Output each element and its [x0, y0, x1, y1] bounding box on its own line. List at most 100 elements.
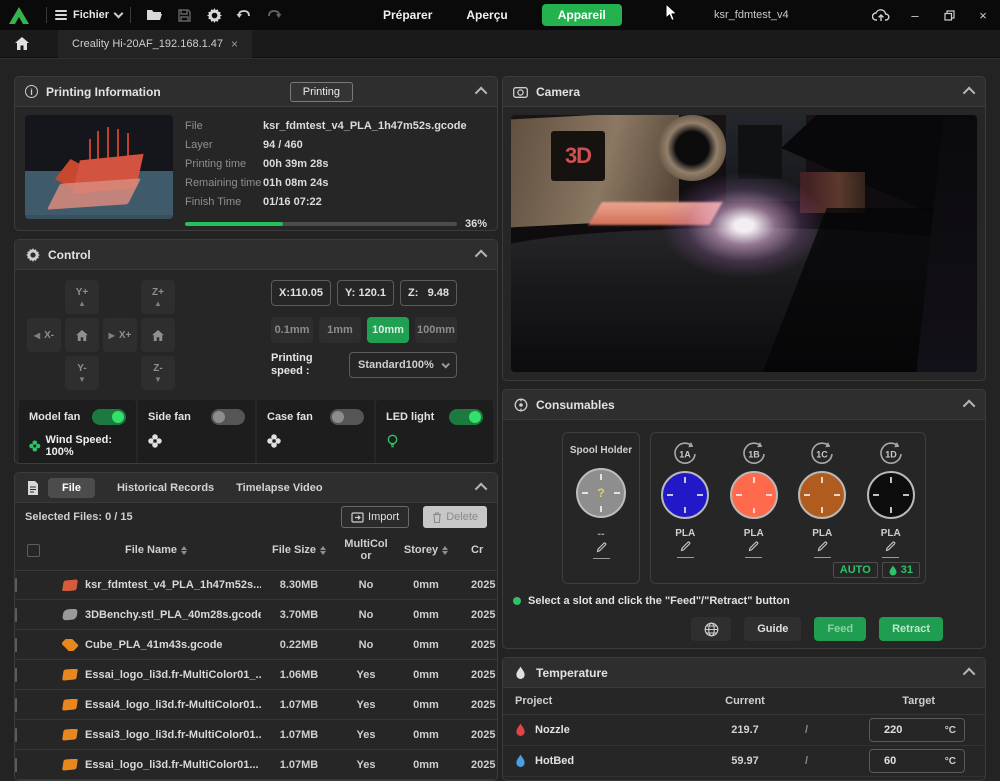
edit-pen-icon[interactable]	[882, 541, 899, 558]
files-panel: File Historical Records Timelapse Video …	[14, 472, 498, 781]
jog-y-minus-button[interactable]: Y-▼	[65, 356, 99, 390]
collapse-chevron-icon[interactable]	[963, 668, 976, 681]
slash-separator: /	[805, 755, 808, 767]
row-checkbox[interactable]	[15, 668, 17, 682]
slot-1D-badge: 1D	[861, 441, 921, 467]
temperature-title: Temperature	[536, 666, 608, 680]
table-row[interactable]: Cube_PLA_41m43s.gcode 0.22MBNo0mm2025	[15, 630, 497, 660]
control-header[interactable]: Control	[15, 240, 497, 270]
column-storey[interactable]: Storey	[395, 544, 457, 556]
camera-poster: 3D	[551, 131, 605, 181]
nav-preview[interactable]: Aperçu	[466, 8, 507, 22]
collapse-chevron-icon[interactable]	[475, 483, 488, 496]
row-checkbox[interactable]	[15, 758, 17, 772]
hotbed-target-input[interactable]	[870, 755, 937, 767]
step-0.1mm-button[interactable]: 0.1mm	[271, 317, 313, 343]
nav-device-button[interactable]: Appareil	[542, 4, 622, 26]
printing-speed-dropdown[interactable]: Standard100%	[349, 352, 457, 378]
table-row[interactable]: Essai4_logo_li3d.fr-MultiColor01... 1.07…	[15, 690, 497, 720]
consumables-header[interactable]: Consumables	[503, 390, 985, 420]
jog-z-plus-button[interactable]: Z+▲	[141, 280, 175, 314]
undo-button[interactable]	[230, 4, 258, 26]
table-row[interactable]: Essai_logo_li3d.fr-MultiColor01_... 1.06…	[15, 660, 497, 690]
column-file-name[interactable]: File Name	[51, 544, 261, 556]
delete-button[interactable]: Delete	[423, 506, 487, 528]
row-checkbox[interactable]	[15, 698, 17, 712]
column-file-size[interactable]: File Size	[261, 544, 337, 556]
tab-file[interactable]: File	[48, 478, 95, 498]
collapse-chevron-icon[interactable]	[475, 250, 488, 263]
tab-historical-records[interactable]: Historical Records	[103, 478, 228, 498]
minimize-button[interactable]: –	[898, 0, 932, 30]
temperature-header[interactable]: Temperature	[503, 658, 985, 688]
slot-1B[interactable]: 1B PLA	[724, 441, 784, 583]
chevron-down-icon	[114, 9, 124, 19]
hotbed-row: HotBed 59.97 / °C	[503, 746, 985, 777]
tab-timelapse-video[interactable]: Timelapse Video	[236, 478, 336, 498]
collapse-chevron-icon[interactable]	[963, 400, 976, 413]
print-job-details: Fileksr_fdmtest_v4_PLA_1h47m52s.gcode La…	[185, 115, 487, 230]
collapse-chevron-icon[interactable]	[475, 87, 488, 100]
printing-info-header[interactable]: i Printing Information Printing	[15, 77, 497, 107]
table-row[interactable]: ksr_fdmtest_v4_PLA_1h47m52s... 8.30MBNo0…	[15, 571, 497, 601]
open-file-button[interactable]	[140, 4, 168, 26]
spool-holder-card[interactable]: Spool Holder ? --	[562, 432, 640, 584]
edit-pen-icon[interactable]	[677, 541, 694, 558]
svg-text:1B: 1B	[748, 450, 760, 460]
retract-button[interactable]: Retract	[879, 617, 943, 641]
row-checkbox[interactable]	[15, 728, 17, 742]
model-thumbnail	[61, 639, 79, 651]
restore-button[interactable]	[932, 0, 966, 30]
led-light-card: LED light	[376, 400, 493, 464]
feed-button[interactable]: Feed	[814, 617, 866, 641]
case-fan-toggle[interactable]	[330, 409, 364, 425]
jog-home-xy-button[interactable]	[65, 318, 99, 352]
settings-button[interactable]	[200, 4, 228, 26]
table-row[interactable]: 3DBenchy.stl_PLA_40m28s.gcode 3.70MBNo0m…	[15, 600, 497, 630]
jog-y-plus-button[interactable]: Y+▲	[65, 280, 99, 314]
tab-close-icon[interactable]: ×	[231, 37, 238, 51]
import-button[interactable]: Import	[341, 506, 409, 528]
camera-header[interactable]: Camera	[503, 77, 985, 107]
led-light-toggle[interactable]	[449, 409, 483, 425]
table-row[interactable]: Essai_logo_li3d.fr-MultiColor01... 1.07M…	[15, 750, 497, 780]
home-button[interactable]	[0, 37, 44, 50]
device-tab[interactable]: Creality Hi-20AF_192.168.1.47 ×	[58, 30, 252, 58]
slot-1A[interactable]: 1A PLA	[655, 441, 715, 583]
model-fan-toggle[interactable]	[92, 409, 126, 425]
save-button[interactable]	[170, 4, 198, 26]
nozzle-target-input[interactable]	[870, 724, 937, 736]
right-column: Camera 3D	[502, 76, 986, 781]
edit-pen-icon[interactable]	[814, 541, 831, 558]
step-10mm-button[interactable]: 10mm	[367, 317, 409, 343]
close-button[interactable]: ×	[966, 0, 1000, 30]
printing-status-badge[interactable]: Printing	[290, 82, 353, 102]
jog-x-minus-button[interactable]: ◀X-	[27, 318, 61, 352]
redo-button[interactable]	[260, 4, 288, 26]
network-button[interactable]	[691, 617, 731, 641]
step-1mm-button[interactable]: 1mm	[319, 317, 361, 343]
table-row[interactable]: Essai3_logo_li3d.fr-MultiColor01... 1.07…	[15, 720, 497, 750]
jog-z-minus-button[interactable]: Z-▼	[141, 356, 175, 390]
jog-home-z-button[interactable]	[141, 318, 175, 352]
cloud-upload-button[interactable]	[864, 0, 898, 30]
step-100mm-button[interactable]: 100mm	[415, 317, 457, 343]
camera-light-glow	[660, 172, 828, 280]
jog-x-plus-button[interactable]: ▶X+	[103, 318, 137, 352]
guide-button[interactable]: Guide	[744, 617, 801, 641]
edit-pen-icon[interactable]	[745, 541, 762, 558]
nozzle-flame-icon	[515, 723, 526, 737]
side-fan-toggle[interactable]	[211, 409, 245, 425]
camera-feed[interactable]: 3D	[511, 115, 977, 372]
edit-pen-icon[interactable]	[593, 542, 610, 559]
select-all-checkbox[interactable]	[27, 544, 40, 557]
printing-speed-label: Printing speed :	[271, 352, 343, 377]
row-checkbox[interactable]	[15, 578, 17, 592]
field-label: Layer	[185, 136, 263, 155]
row-checkbox[interactable]	[15, 638, 17, 652]
nav-prepare[interactable]: Préparer	[383, 8, 432, 22]
collapse-chevron-icon[interactable]	[963, 87, 976, 100]
file-menu[interactable]: Fichier	[55, 9, 122, 21]
left-column: i Printing Information Printing Fileksr_…	[14, 76, 498, 781]
row-checkbox[interactable]	[15, 608, 17, 622]
